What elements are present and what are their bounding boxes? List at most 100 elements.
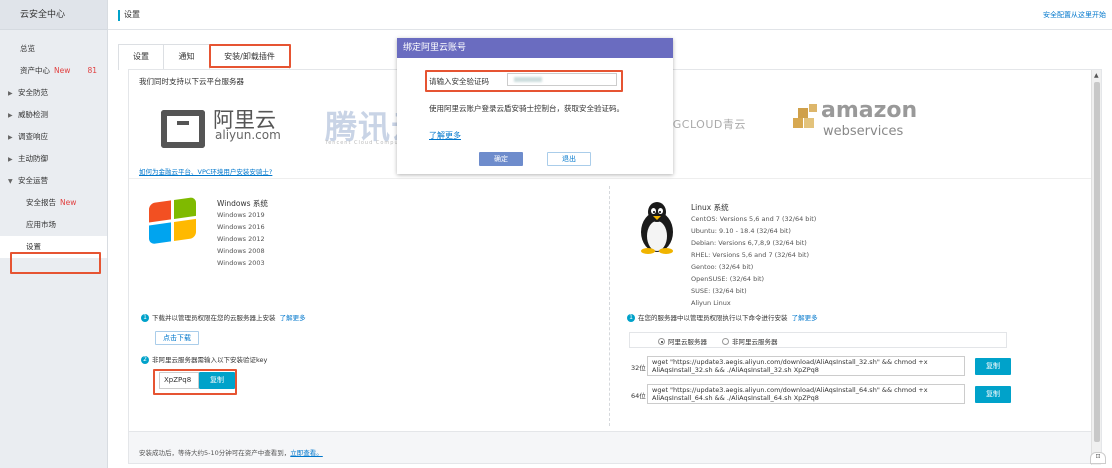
tab-settings[interactable]: 设置 [118,44,164,70]
command-64bit-field[interactable]: wget "https://update3.aegis.aliyun.com/d… [647,384,965,404]
modal-learn-more-link[interactable]: 了解更多 [429,130,461,141]
column-divider [609,186,610,426]
linux-step1: 1 在您的服务器中以管理员权限执行以下命令进行安装 了解更多 [627,312,818,322]
top-bar: 设置 安全配置从这里开始 [108,0,1112,30]
support-text: 我们同时支持以下云平台服务器 [139,77,244,86]
confirm-button[interactable]: 确定 [479,152,523,166]
new-badge: New [60,198,77,207]
sidebar-item-market[interactable]: 应用市场 [0,214,107,236]
modal-description: 使用阿里云账户登录云盾安骑士控制台，获取安全验证码。 [429,104,624,113]
tab-install-plugin[interactable]: 安装/卸载插件 [210,44,290,70]
radio-label: 阿里云服务器 [668,338,707,346]
windows-logo-icon [149,196,199,247]
sidebar-item-operations[interactable]: ▼ 安全运营 [0,170,107,192]
radio-aliyun-server[interactable]: 阿里云服务器 [658,336,707,346]
sidebar-item-overview[interactable]: 总览 [0,38,107,60]
brand-title: 云安全中心 [0,0,107,30]
windows-version: Windows 2012 [217,235,265,243]
windows-step1: 1 下载并以管理员权限在您的云服务器上安装 了解更多 [141,312,306,322]
aliyun-dash-icon [177,121,189,125]
linux-penguin-icon [641,202,673,254]
copy-32bit-button[interactable]: 复制 [975,358,1011,375]
title-accent-bar [118,10,120,21]
linux-version: Ubuntu: 9.10 - 18.4 (32/64 bit) [691,227,791,235]
linux-version: Aliyun Linux [691,299,731,307]
sidebar-item-label: 威胁检测 [18,110,48,119]
feedback-icon[interactable]: ⊡ [1090,452,1106,464]
new-badge: New [54,66,71,75]
bind-account-modal: 绑定阿里云账号 请输入安全验证码 使用阿里云账户登录云盾安骑士控制台，获取安全验… [397,38,673,174]
step1-text: 在您的服务器中以管理员权限执行以下命令进行安装 [638,314,788,322]
command-32bit-field[interactable]: wget "https://update3.aegis.aliyun.com/d… [647,356,965,376]
sidebar-item-label: 安全运营 [18,176,48,185]
sidebar-item-label: 调查响应 [18,132,48,141]
windows-step2: 2 非阿里云服务器需输入以下安装验证key [141,354,267,364]
sidebar-item-prevention[interactable]: ▶ 安全防范 [0,82,107,104]
learn-more-link[interactable]: 了解更多 [280,314,306,322]
radio-unchecked-icon [722,338,729,345]
windows-version: Windows 2016 [217,223,265,231]
blurred-code [514,77,542,82]
sidebar-item-assets[interactable]: 资产中心 New 81 [0,60,107,82]
sidebar-item-label: 安全报告 [26,198,56,207]
copy-key-button[interactable]: 复制 [199,372,235,389]
label-64bit: 64位 [631,392,646,400]
linux-version: OpenSUSE: (32/64 bit) [691,275,765,283]
code-label: 请输入安全验证码 [429,77,489,86]
finance-cloud-link[interactable]: 如何为金融云平台、VPC环境用户安装安骑士? [139,166,272,176]
amazon-logo: amazon [821,98,918,123]
linux-version: CentOS: Versions 5,6 and 7 (32/64 bit) [691,215,817,223]
sidebar-item-defense[interactable]: ▶ 主动防御 [0,148,107,170]
qingcloud-logo: IGCLOUD青云 [669,118,746,131]
learn-more-link[interactable]: 了解更多 [792,314,818,322]
chevron-right-icon: ▶ [8,90,13,97]
scroll-up-icon[interactable]: ▲ [1094,72,1099,79]
tab-notify[interactable]: 通知 [164,44,210,70]
security-code-input[interactable] [507,73,617,86]
tip-text: 安装成功后，等待大约5-10分钟可在资产中查看到， [139,449,291,457]
sidebar-item-label: 应用市场 [26,220,56,229]
sidebar-item-settings[interactable]: 设置 [0,236,107,258]
windows-version: Windows 2008 [217,247,265,255]
vertical-scrollbar[interactable]: ▲ [1091,70,1101,465]
windows-version: Windows 2003 [217,259,265,267]
linux-version: Gentoo: (32/64 bit) [691,263,754,271]
copy-64bit-button[interactable]: 复制 [975,386,1011,403]
linux-version: RHEL: Versions 5,6 and 7 (32/64 bit) [691,251,809,259]
aliyun-logo-en: aliyun.com [215,128,281,142]
chevron-down-icon: ▼ [8,178,13,185]
radio-non-aliyun-server[interactable]: 非阿里云服务器 [722,336,778,346]
linux-title: Linux 系统 [691,203,729,212]
linux-version: SUSE: (32/64 bit) [691,287,747,295]
modal-title: 绑定阿里云账号 [397,38,673,58]
view-now-link[interactable]: 立即查看。 [290,449,323,457]
download-button[interactable]: 点击下载 [155,331,199,345]
config-guide-link[interactable]: 安全配置从这里开始 [1043,10,1106,20]
windows-version: Windows 2019 [217,211,265,219]
sidebar-item-detection[interactable]: ▶ 威胁检测 [0,104,107,126]
step-number-icon: 2 [141,356,149,364]
sidebar-item-label: 安全防范 [18,88,48,97]
server-type-radio-group: 阿里云服务器 非阿里云服务器 [629,332,1007,348]
aliyun-logo: 阿里云 aliyun.com [161,104,281,148]
sidebar-item-label: 总览 [20,44,35,53]
sidebar-item-report[interactable]: 安全报告 New [0,192,107,214]
windows-title: Windows 系统 [217,199,268,208]
install-key-field[interactable]: XpZPq8 [159,372,199,389]
linux-version: Debian: Versions 6,7,8,9 (32/64 bit) [691,239,807,247]
sidebar-item-label: 主动防御 [18,154,48,163]
quit-button[interactable]: 退出 [547,152,591,166]
page-title: 设置 [124,10,140,19]
divider [129,178,1093,179]
sidebar-item-response[interactable]: ▶ 调查响应 [0,126,107,148]
sidebar-item-label: 设置 [26,242,41,251]
chevron-right-icon: ▶ [8,156,13,163]
step1-text: 下载并以管理员权限在您的云服务器上安装 [152,314,276,322]
step-number-icon: 1 [627,314,635,322]
label-32bit: 32位 [631,364,646,372]
install-success-tip: 安装成功后，等待大约5-10分钟可在资产中查看到，立即查看。 [139,447,323,457]
sidebar: 云安全中心 总览 资产中心 New 81 ▶ 安全防范 ▶ 威胁检测 ▶ 调查响应 ▶ 主动… [0,0,108,468]
chevron-right-icon: ▶ [8,134,13,141]
asset-count: 81 [87,66,97,75]
scrollbar-thumb[interactable] [1094,82,1100,442]
